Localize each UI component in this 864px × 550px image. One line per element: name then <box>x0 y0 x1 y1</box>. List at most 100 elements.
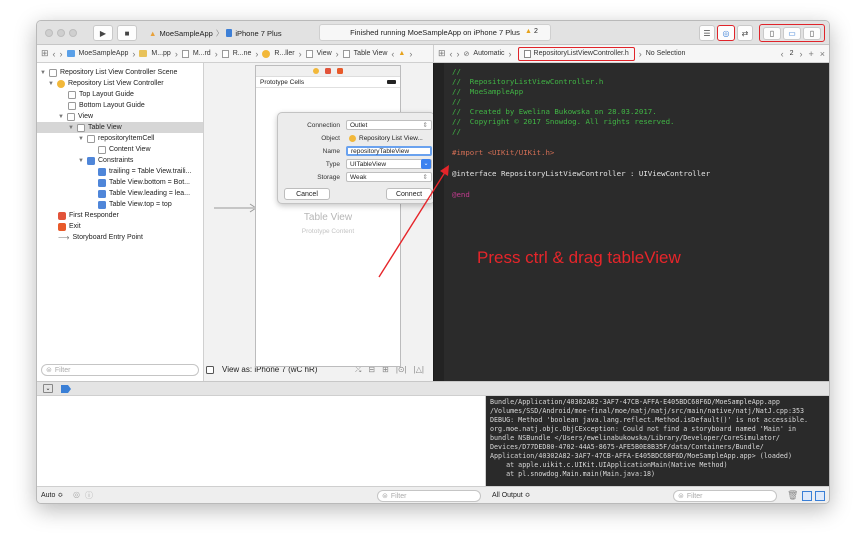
info-icon[interactable]: ⓘ <box>85 490 93 501</box>
assistant-editor-button[interactable]: ◎ <box>717 25 735 41</box>
cancel-button[interactable]: Cancel <box>284 188 330 200</box>
previous-counterpart-button[interactable]: ‹ <box>781 49 784 59</box>
forward-button[interactable]: › <box>60 49 63 59</box>
right-panel-icon: ▯ <box>809 28 815 38</box>
code-editor[interactable]: // // RepositoryListViewController.h // … <box>433 63 829 381</box>
scheme-selector[interactable]: ▲ MoeSampleApp 〉 iPhone 7 Plus <box>149 25 282 41</box>
breadcrumb-item[interactable]: M...rd <box>193 50 211 57</box>
connection-value: Outlet <box>350 121 368 129</box>
version-editor-button[interactable]: ⇄ <box>737 25 753 41</box>
connection-select[interactable]: Outlet ⇕ <box>346 120 432 130</box>
outline-item[interactable]: First Responder <box>58 210 119 221</box>
close-editor-icon[interactable]: × <box>820 49 825 59</box>
responder-dock-icon[interactable] <box>325 68 331 74</box>
utilities-toggle[interactable]: ▯ <box>803 26 821 40</box>
warning-badge[interactable]: ▲ 2 <box>525 28 538 35</box>
scheme-device: iPhone 7 Plus <box>235 28 282 38</box>
output-selector[interactable]: All Output ≎ <box>492 491 531 499</box>
zoom-window-button[interactable] <box>69 29 77 37</box>
previous-issue-button[interactable]: ‹ <box>391 49 394 59</box>
minimize-window-button[interactable] <box>57 29 65 37</box>
filter-icon: ⊜ <box>678 493 684 500</box>
outline-item[interactable]: ⟶ Storyboard Entry Point <box>58 232 143 243</box>
resolve-icon[interactable]: |△| <box>414 365 424 375</box>
outline-toggle-icon[interactable] <box>206 365 214 374</box>
navigator-toggle[interactable]: ▯ <box>763 26 781 40</box>
stop-button[interactable]: ■ <box>117 25 137 41</box>
console-line: at pl.snowdog.Main.main(Main.java:18) <box>490 470 656 478</box>
breakpoints-toggle-icon[interactable] <box>61 385 71 393</box>
add-editor-icon[interactable]: + <box>808 49 813 59</box>
standard-editor-button[interactable]: ☰ <box>699 25 715 41</box>
related-items-icon: ⊘ <box>463 50 470 58</box>
cell-icon <box>87 134 95 143</box>
outline-label: Table View.leading = lea... <box>109 190 191 197</box>
name-input[interactable]: repositoryTableView <box>346 146 432 156</box>
outline-item[interactable]: Top Layout Guide <box>68 89 134 100</box>
run-button[interactable]: ▶ <box>93 25 113 41</box>
breadcrumb-item[interactable]: R...ller <box>274 50 294 57</box>
outline-filter[interactable]: ⊜ Filter <box>41 364 199 376</box>
outline-item[interactable]: Exit <box>58 221 81 232</box>
forward-button[interactable]: › <box>457 49 460 59</box>
constraint-icon <box>98 167 106 176</box>
outline-item[interactable]: Table View.top = top <box>98 199 172 210</box>
segue-arrow <box>214 203 257 213</box>
next-counterpart-button[interactable]: › <box>799 49 802 59</box>
outline-item[interactable]: ▼ View <box>58 111 93 122</box>
object-value: Repository List View... <box>346 133 432 143</box>
back-button[interactable]: ‹ <box>53 49 56 59</box>
close-window-button[interactable] <box>45 29 53 37</box>
console-line: Application/40302A82-3AF7-47CB-AFFA-E405… <box>490 452 792 460</box>
selection-breadcrumb[interactable]: No Selection <box>646 50 686 57</box>
warning-icon: ▲ <box>398 50 406 57</box>
auto-menu[interactable]: Auto ≎ <box>41 491 63 499</box>
breadcrumb-item[interactable]: Table View <box>354 50 388 57</box>
breadcrumb-item[interactable]: M...pp <box>151 50 170 57</box>
outline-label: View <box>78 113 94 120</box>
outline-item[interactable]: ▼ Repository List View Controller <box>48 78 164 89</box>
outline-label: repositoryItemCell <box>98 135 155 142</box>
folder-icon <box>139 50 148 57</box>
warning-count: 2 <box>533 28 538 35</box>
grid-icon[interactable]: ⊞ <box>41 48 49 59</box>
constraint-icon <box>98 178 106 187</box>
code-line: // RepositoryListViewController.h <box>452 77 604 86</box>
outline-item[interactable]: ▼ repositoryItemCell <box>78 133 154 144</box>
back-button[interactable]: ‹ <box>450 49 453 59</box>
hide-debug-icon[interactable]: ⌄ <box>43 384 53 393</box>
outline-item[interactable]: ▼ Repository List View Controller Scene <box>40 67 177 78</box>
console-output[interactable]: Bundle/Application/40302A82-3AF7-47CB-AF… <box>486 396 829 486</box>
trash-icon[interactable]: 🗑 <box>787 490 798 501</box>
outline-item[interactable]: ▼ Constraints <box>78 155 133 166</box>
split-left-icon[interactable] <box>802 491 812 501</box>
exit-dock-icon[interactable] <box>337 68 343 74</box>
file-breadcrumb[interactable]: RepositoryListViewController.h <box>517 46 635 61</box>
variables-filter[interactable]: ⊜ Filter <box>377 490 481 502</box>
breadcrumb-item[interactable]: MoeSampleApp <box>79 50 129 57</box>
breadcrumb-item[interactable]: R...ne <box>233 50 252 57</box>
outline-item-selected[interactable]: ▼ Table View <box>37 122 203 133</box>
next-issue-button[interactable]: › <box>409 49 412 59</box>
breadcrumb-item[interactable]: View <box>317 50 332 57</box>
outline-item[interactable]: trailing = Table View.traili... <box>98 166 191 177</box>
view-icon <box>67 112 75 121</box>
scene-dock <box>256 66 400 77</box>
prototype-cells-header: Prototype Cells <box>256 77 400 88</box>
controller-dock-icon[interactable] <box>313 68 319 74</box>
outline-item[interactable]: Table View.bottom = Bot... <box>98 177 190 188</box>
name-value: repositoryTableView <box>351 147 410 155</box>
eye-icon[interactable]: ◎ <box>73 490 80 499</box>
outline-item[interactable]: Bottom Layout Guide <box>68 100 145 111</box>
outline-item[interactable]: Table View.leading = lea... <box>98 188 190 199</box>
console-filter[interactable]: ⊜ Filter <box>673 490 777 502</box>
outline-item[interactable]: Content View <box>98 144 151 155</box>
debug-area-toggle[interactable]: ▭ <box>783 26 801 40</box>
filter-placeholder: Filter <box>54 366 71 374</box>
storage-label: Storage <box>317 174 340 181</box>
grid-icon[interactable]: ⊞ <box>438 48 446 59</box>
layout-guide-icon <box>68 90 76 99</box>
split-right-icon[interactable] <box>815 491 825 501</box>
file-name: RepositoryListViewController.h <box>533 50 629 57</box>
automatic-menu[interactable]: Automatic <box>473 50 504 57</box>
